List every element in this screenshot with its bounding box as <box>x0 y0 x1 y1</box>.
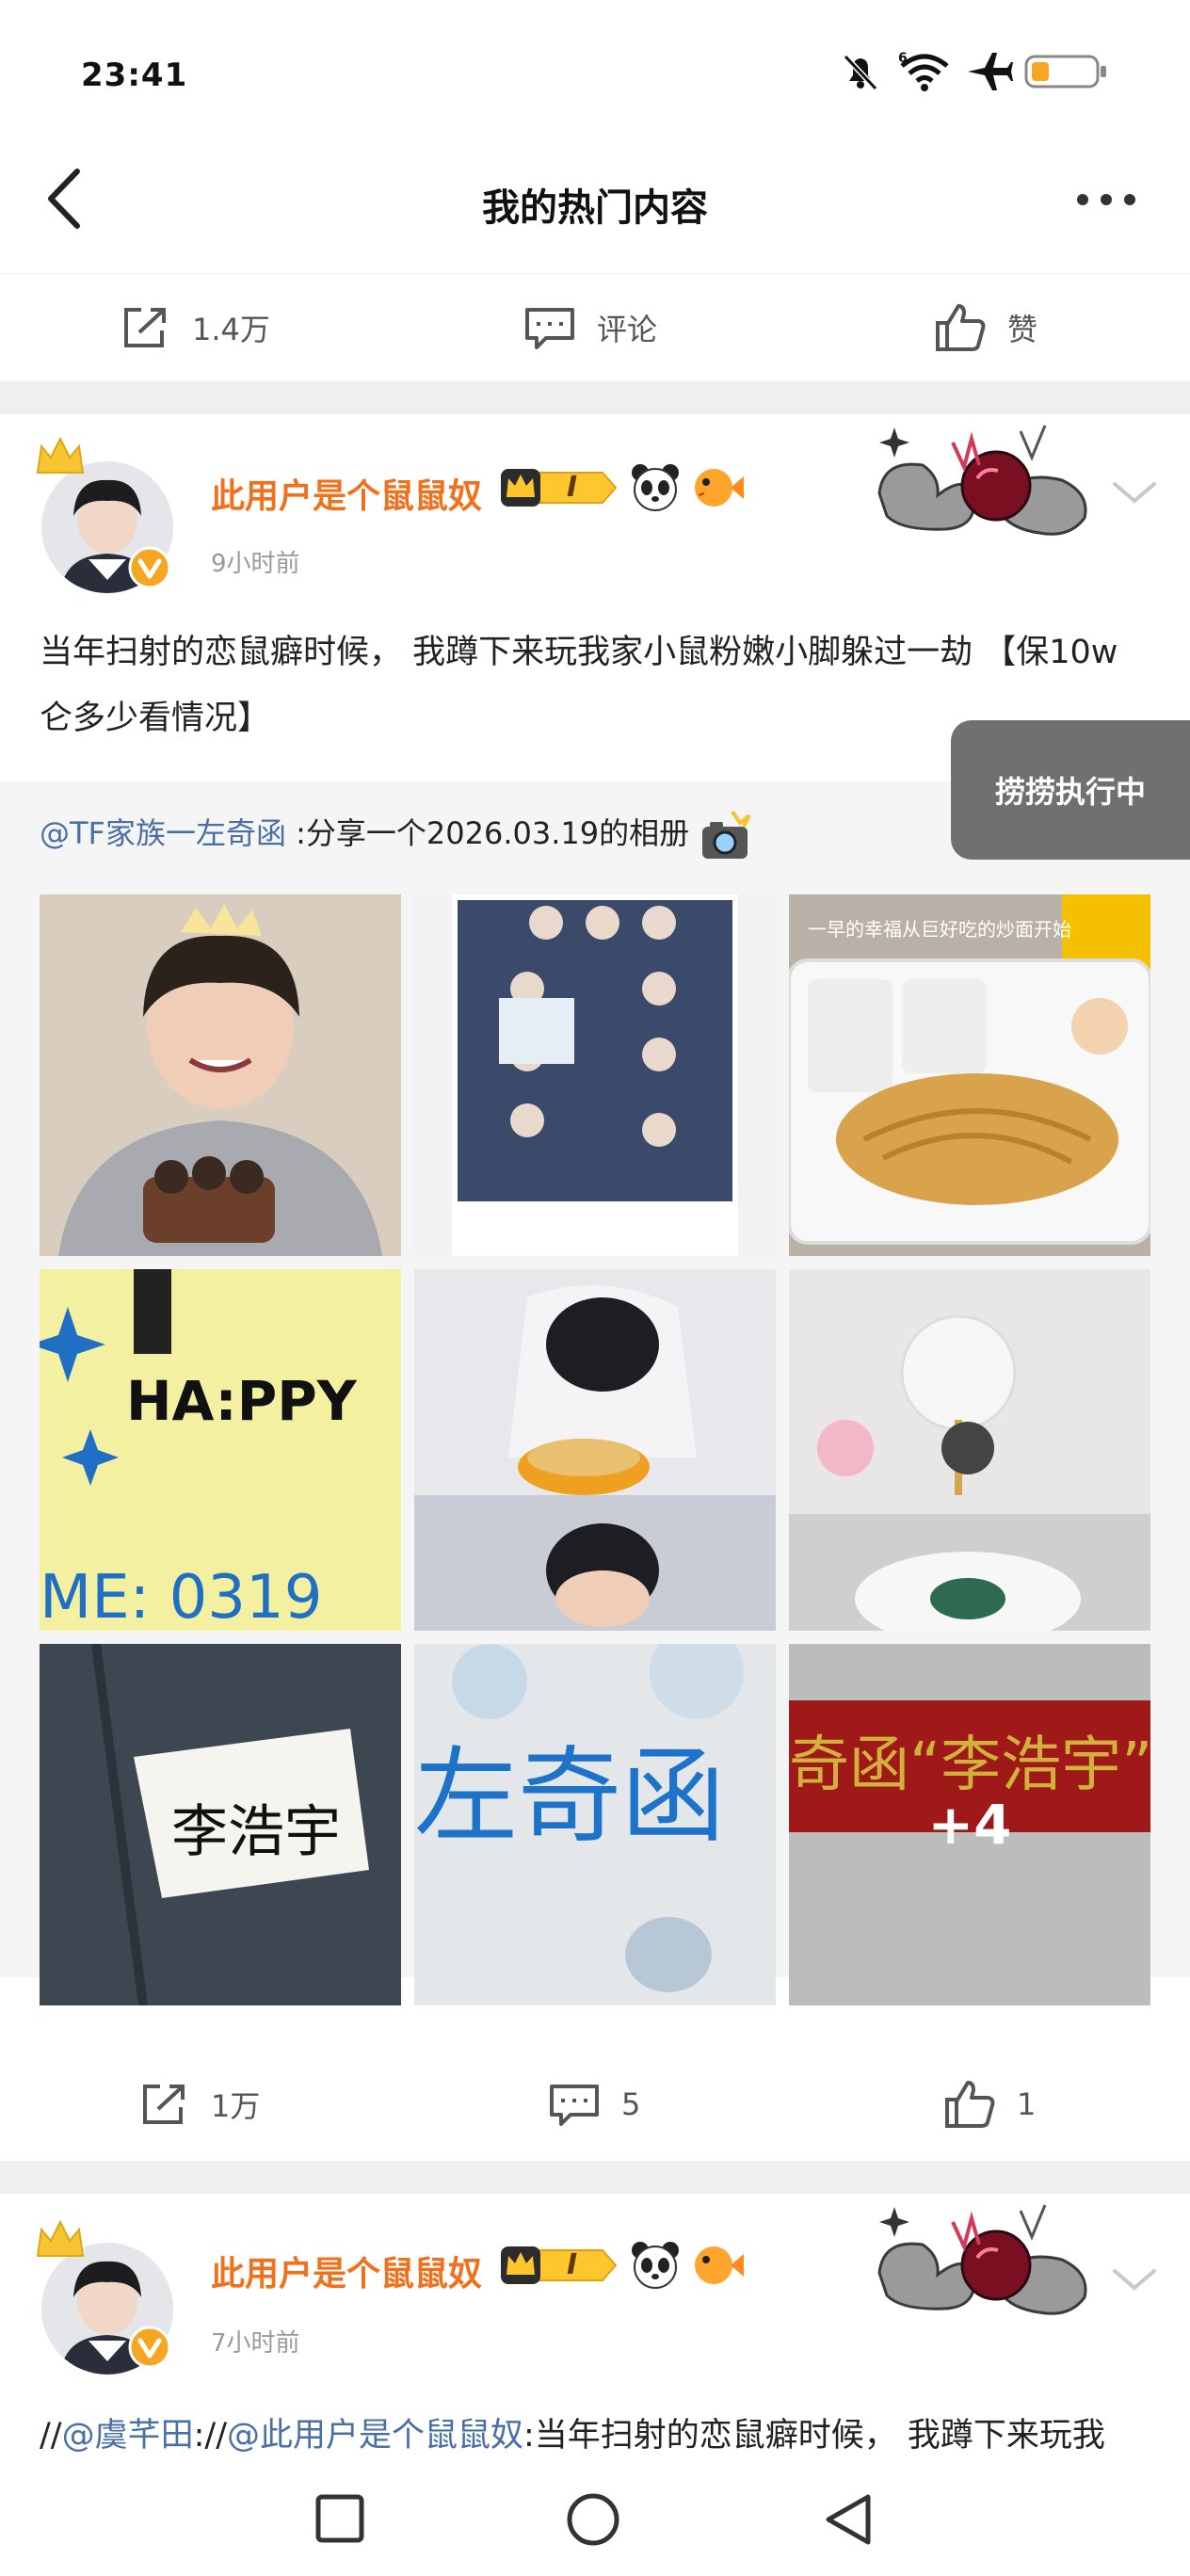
top-action-bar: 1.4万 评论 赞 <box>0 273 1190 381</box>
page-title: 我的热门内容 <box>482 186 708 230</box>
image-thumbnail[interactable]: 李浩宇 <box>40 1644 401 2005</box>
section-divider <box>0 381 1190 414</box>
verified-badge-icon <box>128 546 171 589</box>
image-thumbnail[interactable] <box>789 1269 1150 1631</box>
mention-link[interactable]: @虞芊田 <box>62 2417 194 2455</box>
more-dots-icon[interactable] <box>1073 188 1139 211</box>
post-card: 此用户是个鼠鼠奴 I 7小时前 //@虞芊田://@此用户是个鼠鼠奴:当年扫射的… <box>0 2194 1190 2457</box>
username[interactable]: 此用户是个鼠鼠奴 <box>211 469 482 518</box>
repost-icon <box>143 2085 185 2124</box>
repost-icon <box>124 307 166 347</box>
camera-flash-icon <box>702 810 752 859</box>
mention-link[interactable]: @此用户是个鼠鼠奴 <box>227 2417 523 2455</box>
system-nav-bar <box>0 2457 1190 2576</box>
level-text: I <box>567 471 578 504</box>
image-thumbnail-more[interactable]: 奇函“李浩宇”生日 +4 <box>789 1644 1150 2005</box>
decoration-card-art <box>877 425 1087 536</box>
svg-text:6: 6 <box>898 51 908 66</box>
image-thumbnail[interactable]: 一早的幸福从巨好吃的炒面开始 <box>789 894 1150 1256</box>
svg-text:一早的幸福从巨好吃的炒面开始: 一早的幸福从巨好吃的炒面开始 <box>808 918 1071 941</box>
mute-bell-icon <box>843 54 878 91</box>
panda-icon <box>632 464 679 511</box>
battery-low-icon <box>1024 55 1106 89</box>
comment-icon <box>525 307 574 349</box>
repost-count: 1万 <box>211 2088 261 2124</box>
repost-button[interactable]: 1万 <box>139 2081 260 2128</box>
airplane-icon <box>968 53 1013 90</box>
svg-text:左奇函: 左奇函 <box>414 1736 725 1857</box>
like-button[interactable]: 赞 <box>934 302 1037 353</box>
repost-header: @TF家族一左奇函 :分享一个2026.03.19的相册 <box>40 810 755 861</box>
member-level-badge: I <box>499 465 621 510</box>
username[interactable]: 此用户是个鼠鼠奴 <box>211 2246 482 2295</box>
thumbs-up-icon <box>945 2081 995 2128</box>
recent-apps-square-icon[interactable] <box>314 2493 365 2544</box>
crown-icon <box>36 436 85 474</box>
repost-count: 1.4万 <box>192 311 270 347</box>
more-images-count: +4 <box>927 1793 1012 1857</box>
image-thumbnail[interactable] <box>414 894 776 1256</box>
repost-button[interactable]: 1.4万 <box>121 304 270 351</box>
post-card: 此用户是个鼠鼠奴 I 9小时前 当年扫射的恋鼠癖时候， 我蹲下来玩我家小鼠粉嫩小… <box>0 414 1190 2045</box>
decoration-card-art <box>877 2204 1087 2315</box>
pufferfish-icon <box>695 469 744 507</box>
home-circle-icon[interactable] <box>565 2491 621 2548</box>
status-time: 23:41 <box>81 56 188 94</box>
image-thumbnail[interactable]: HA:PPY ME: 0319 <box>40 1269 401 1631</box>
level-text: I <box>567 2248 578 2281</box>
back-triangle-icon[interactable] <box>821 2491 874 2548</box>
post-time: 9小时前 <box>211 550 300 578</box>
image-grid: 一早的幸福从巨好吃的炒面开始 HA:PPY ME: 0319 李浩宇 左奇函 +… <box>40 894 1150 2005</box>
like-label: 赞 <box>1007 311 1038 347</box>
section-divider <box>0 2161 1190 2194</box>
comment-button[interactable]: 评论 <box>523 304 657 351</box>
member-level-badge: I <box>499 2243 621 2288</box>
chevron-down-icon[interactable] <box>1111 2265 1158 2294</box>
image-thumbnail[interactable] <box>40 894 401 1256</box>
crown-icon <box>36 2219 85 2257</box>
comment-icon <box>550 2085 599 2126</box>
post-time: 7小时前 <box>211 2329 300 2358</box>
thumbs-up-icon <box>936 303 986 351</box>
like-count: 1 <box>1017 2086 1037 2122</box>
status-bar: 23:41 6 <box>0 0 1190 132</box>
panda-icon <box>632 2242 679 2289</box>
svg-text:李浩宇: 李浩宇 <box>171 1799 341 1865</box>
repost-text: :分享一个2026.03.19的相册 <box>285 815 690 851</box>
pufferfish-icon <box>695 2246 744 2284</box>
image-thumbnail[interactable] <box>414 1269 776 1631</box>
comment-button[interactable]: 5 <box>548 2081 640 2128</box>
repost-author-link[interactable]: @TF家族一左奇函 <box>40 815 286 851</box>
comment-label: 评论 <box>597 311 658 347</box>
comment-count: 5 <box>621 2086 641 2122</box>
wifi-icon: 6 <box>898 51 949 91</box>
svg-text:HA:PPY: HA:PPY <box>126 1369 358 1433</box>
image-thumbnail[interactable]: 左奇函 <box>414 1644 776 2005</box>
floating-status-button[interactable]: 捞捞执行中 <box>951 720 1190 860</box>
chevron-down-icon[interactable] <box>1111 478 1158 507</box>
svg-text:ME: 0319: ME: 0319 <box>40 1563 322 1631</box>
like-button[interactable]: 1 <box>943 2079 1036 2130</box>
post-action-bar: 1万 5 1 <box>0 2053 1190 2156</box>
verified-badge-icon <box>128 2326 171 2369</box>
